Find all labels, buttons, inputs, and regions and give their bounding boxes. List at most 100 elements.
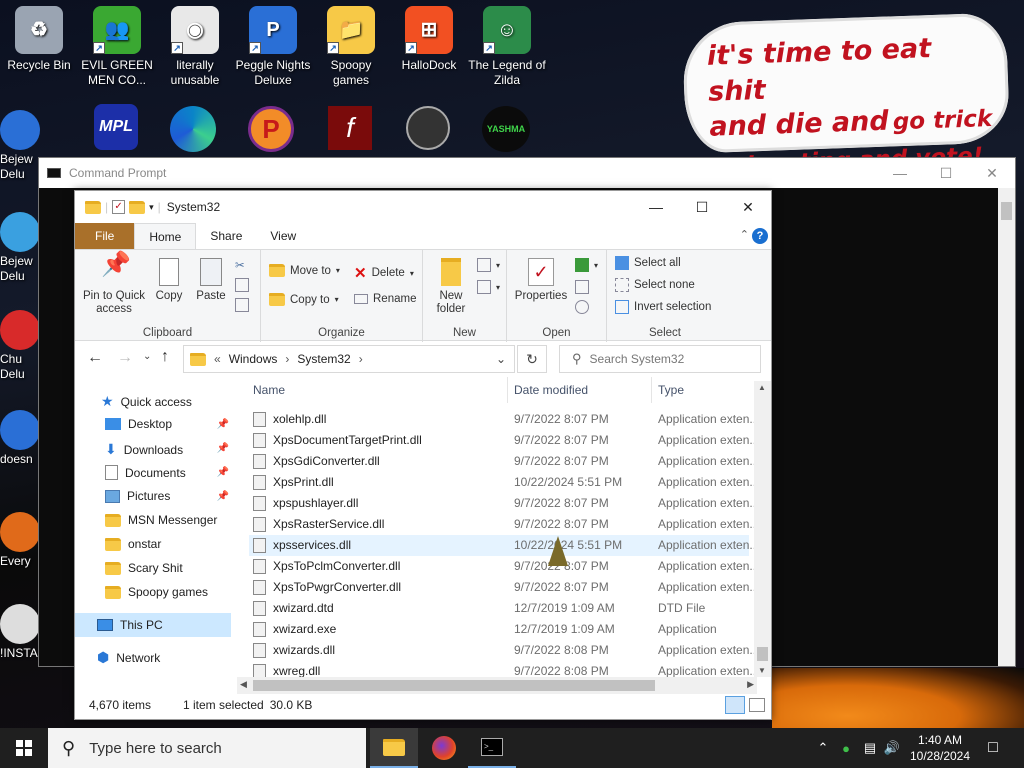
yashma-icon[interactable]: YASHMA: [482, 106, 530, 152]
pin-quick-access-button[interactable]: 📌 Pin to Quick access: [79, 253, 149, 316]
taskbar-command-prompt[interactable]: >_: [468, 728, 516, 768]
tab-share[interactable]: Share: [196, 223, 256, 249]
new-folder-button[interactable]: New folder: [427, 258, 475, 316]
clock[interactable]: 1:40 AM 10/28/2024: [904, 728, 976, 768]
taskbar-firefox[interactable]: [420, 728, 468, 768]
desktop-icon[interactable]: ◉ ↗ literally unusable: [156, 6, 234, 88]
desktop-icon[interactable]: 👥 ↗ EVIL GREEN MEN CO...: [78, 6, 156, 88]
desktop-left-icon[interactable]: Bejew Delu: [0, 110, 42, 182]
desktop-icon[interactable]: 📁 ↗ Spoopy games: [312, 6, 390, 88]
large-icons-view-button[interactable]: [749, 698, 765, 712]
show-hidden-icons-button[interactable]: ⌃: [814, 728, 832, 768]
explorer-close-button[interactable]: ✕: [725, 191, 771, 223]
cmd-maximize-button[interactable]: ☐: [923, 158, 969, 188]
file-explorer-window[interactable]: | ✓ ▾ | System32 — ☐ ✕ File Home Share V…: [74, 190, 772, 720]
nav-item[interactable]: Desktop: [105, 417, 172, 431]
file-row[interactable]: xpspushlayer.dll 9/7/2022 8:07 PM Applicat…: [249, 493, 756, 514]
file-row[interactable]: xwizards.dll 9/7/2022 8:08 PM Application …: [249, 640, 756, 661]
cmd-scrollbar[interactable]: [998, 188, 1015, 666]
explorer-titlebar[interactable]: | ✓ ▾ | System32 — ☐ ✕: [75, 191, 771, 223]
nav-item[interactable]: Spoopy games: [105, 585, 208, 599]
cmd-minimize-button[interactable]: —: [877, 158, 923, 188]
file-row[interactable]: xolehlp.dll 9/7/2022 8:07 PM Application e…: [249, 409, 756, 430]
delete-button[interactable]: ✕ Delete ▾: [354, 264, 414, 282]
people-icon[interactable]: ●: [836, 728, 856, 768]
nav-item[interactable]: MSN Messenger: [105, 513, 217, 527]
new-item-icon[interactable]: ▾: [477, 258, 500, 272]
desktop-icon[interactable]: ☺ ↗ The Legend of Zilda: [468, 6, 546, 88]
edge-icon[interactable]: [170, 106, 216, 152]
mpl-icon[interactable]: MPL: [94, 104, 138, 150]
file-row[interactable]: xpsservices.dll 10/22/2024 5:51 PM Applica…: [249, 535, 756, 556]
taskbar-search[interactable]: ⚲ Type here to search: [48, 728, 366, 768]
explorer-maximize-button[interactable]: ☐: [679, 191, 725, 223]
open-icon[interactable]: ▾: [575, 258, 598, 272]
file-row[interactable]: XpsGdiConverter.dll 9/7/2022 8:07 PM Appli…: [249, 451, 756, 472]
address-dropdown-icon[interactable]: ⌄: [496, 352, 506, 366]
help-icon[interactable]: ?: [752, 228, 768, 244]
desktop-icon[interactable]: ♻ Recycle Bin: [0, 6, 78, 73]
cmd-close-button[interactable]: ✕: [969, 158, 1015, 188]
column-name[interactable]: Name: [253, 383, 285, 397]
move-to-button[interactable]: Move to ▾: [269, 264, 340, 277]
nav-item[interactable]: ⬇ Downloads: [105, 441, 183, 458]
search-box[interactable]: ⚲ Search System32: [559, 345, 761, 373]
nav-item[interactable]: onstar: [105, 537, 161, 551]
properties-button[interactable]: ✓ Properties: [511, 258, 571, 303]
file-row[interactable]: xwizard.dtd 12/7/2019 1:09 AM DTD File: [249, 598, 749, 619]
desktop-icon[interactable]: P ↗ Peggle Nights Deluxe: [234, 6, 312, 88]
desktop-left-icon[interactable]: !INSTA: [0, 604, 42, 661]
desktop-left-icon[interactable]: doesn: [0, 410, 42, 467]
paste-button[interactable]: Paste: [191, 258, 231, 303]
cut-icon[interactable]: ✂: [235, 258, 245, 272]
flash-icon[interactable]: f: [328, 106, 372, 150]
copy-button[interactable]: Copy: [149, 258, 189, 303]
tab-home[interactable]: Home: [134, 223, 197, 249]
easy-access-icon[interactable]: ▾: [477, 280, 500, 294]
nav-item[interactable]: This PC: [75, 613, 231, 637]
crumb-system32[interactable]: System32: [297, 352, 350, 366]
forward-button[interactable]: →: [117, 349, 133, 367]
rename-button[interactable]: Rename: [354, 293, 416, 305]
select-none-button[interactable]: Select none: [615, 278, 695, 292]
column-type[interactable]: Type: [658, 383, 684, 397]
desktop-icon[interactable]: ⊞ ↗ HalloDock: [390, 6, 468, 73]
history-icon[interactable]: [575, 300, 589, 314]
file-row[interactable]: XpsRasterService.dll 9/7/2022 8:07 PM Appl…: [249, 514, 756, 535]
invert-selection-button[interactable]: Invert selection: [615, 300, 711, 314]
nav-item[interactable]: ★ Quick access: [101, 393, 192, 410]
address-overflow[interactable]: «: [214, 352, 221, 366]
file-row[interactable]: XpsToPclmConverter.dll 9/7/2022 8:07 PM Ap…: [249, 556, 756, 577]
explorer-minimize-button[interactable]: —: [633, 191, 679, 223]
ribbon-collapse-icon[interactable]: ⌃: [740, 228, 749, 241]
nav-item[interactable]: Scary Shit: [105, 561, 183, 575]
file-row[interactable]: XpsToPwgrConverter.dll 9/7/2022 8:07 PM Ap…: [249, 577, 756, 598]
qat-dropdown-icon[interactable]: ▾: [149, 202, 154, 213]
paste-shortcut-icon[interactable]: [235, 298, 249, 312]
desktop-left-icon[interactable]: Bejew Delu: [0, 212, 42, 284]
nav-item[interactable]: ⬢ Network: [97, 649, 160, 666]
details-view-button[interactable]: [725, 696, 745, 714]
back-button[interactable]: ←: [87, 349, 103, 367]
remote-icon[interactable]: [406, 106, 450, 150]
peggle-icon[interactable]: P: [248, 106, 294, 152]
properties-qat-icon[interactable]: ✓: [112, 200, 126, 214]
nav-item[interactable]: Documents: [105, 465, 186, 480]
tab-file[interactable]: File: [75, 223, 135, 249]
refresh-button[interactable]: ↻: [517, 345, 547, 373]
cmd-titlebar[interactable]: Command Prompt: [39, 158, 1015, 188]
notifications-button[interactable]: □: [978, 728, 1008, 768]
file-list-vertical-scrollbar[interactable]: ▲ ▼: [754, 381, 771, 677]
recent-dropdown-button[interactable]: ⌄: [143, 351, 151, 362]
start-button[interactable]: [0, 728, 48, 768]
new-folder-qat-icon[interactable]: [129, 200, 146, 214]
select-all-button[interactable]: Select all: [615, 256, 681, 270]
tab-view[interactable]: View: [256, 223, 310, 249]
up-button[interactable]: ↑: [161, 348, 169, 366]
column-date-modified[interactable]: Date modified: [514, 383, 588, 397]
network-icon[interactable]: ▤: [860, 728, 880, 768]
desktop-left-icon[interactable]: Chu Delu: [0, 310, 42, 382]
address-bar[interactable]: « Windows › System32 › ⌄: [183, 345, 515, 373]
crumb-windows[interactable]: Windows: [229, 352, 278, 366]
taskbar-file-explorer[interactable]: [370, 728, 418, 768]
